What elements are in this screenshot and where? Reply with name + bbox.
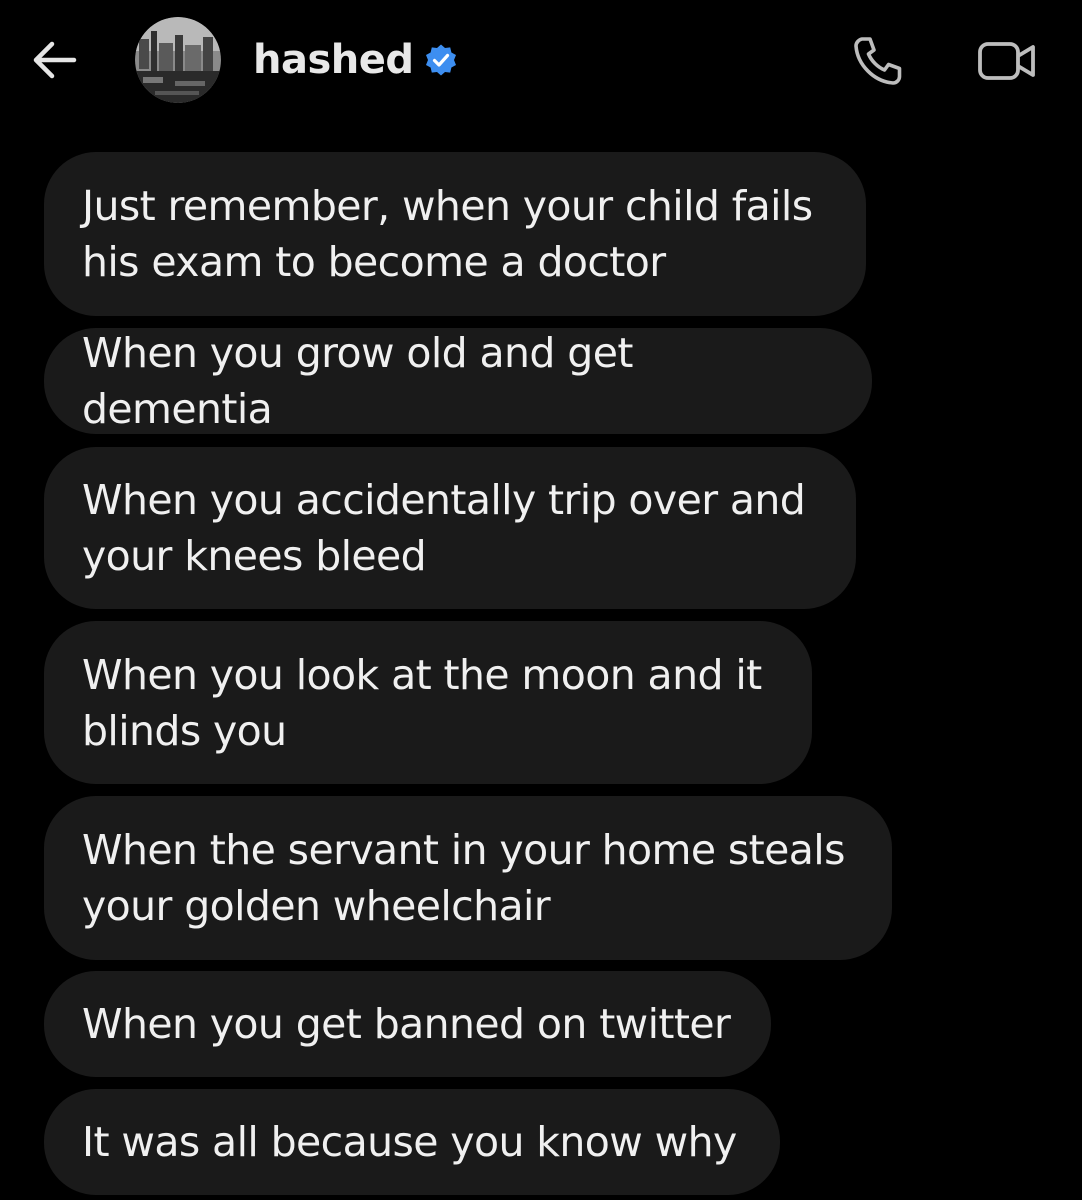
- message-bubble[interactable]: When you grow old and get dementia: [44, 328, 872, 434]
- phone-icon: [854, 37, 902, 85]
- verified-badge-icon: [424, 43, 458, 77]
- chat-header: hashed: [0, 0, 1082, 120]
- arrow-left-icon: [33, 41, 77, 79]
- message-bubble[interactable]: It was all because you know why: [44, 1089, 780, 1195]
- call-button[interactable]: [848, 32, 908, 90]
- message-bubble[interactable]: When you get banned on twitter: [44, 971, 771, 1077]
- message-bubble[interactable]: Just remember, when your child fails his…: [44, 152, 866, 316]
- video-camera-icon: [978, 42, 1035, 80]
- avatar[interactable]: [135, 17, 221, 103]
- message-bubble[interactable]: When you look at the moon and it blinds …: [44, 621, 812, 784]
- back-button[interactable]: [28, 36, 80, 84]
- contact-name: hashed: [253, 37, 414, 83]
- contact-info[interactable]: hashed: [253, 34, 458, 86]
- avatar-image: [135, 17, 221, 103]
- message-bubble[interactable]: When you accidentally trip over and your…: [44, 447, 856, 609]
- message-bubble[interactable]: When the servant in your home steals you…: [44, 796, 892, 960]
- video-call-button[interactable]: [972, 34, 1042, 88]
